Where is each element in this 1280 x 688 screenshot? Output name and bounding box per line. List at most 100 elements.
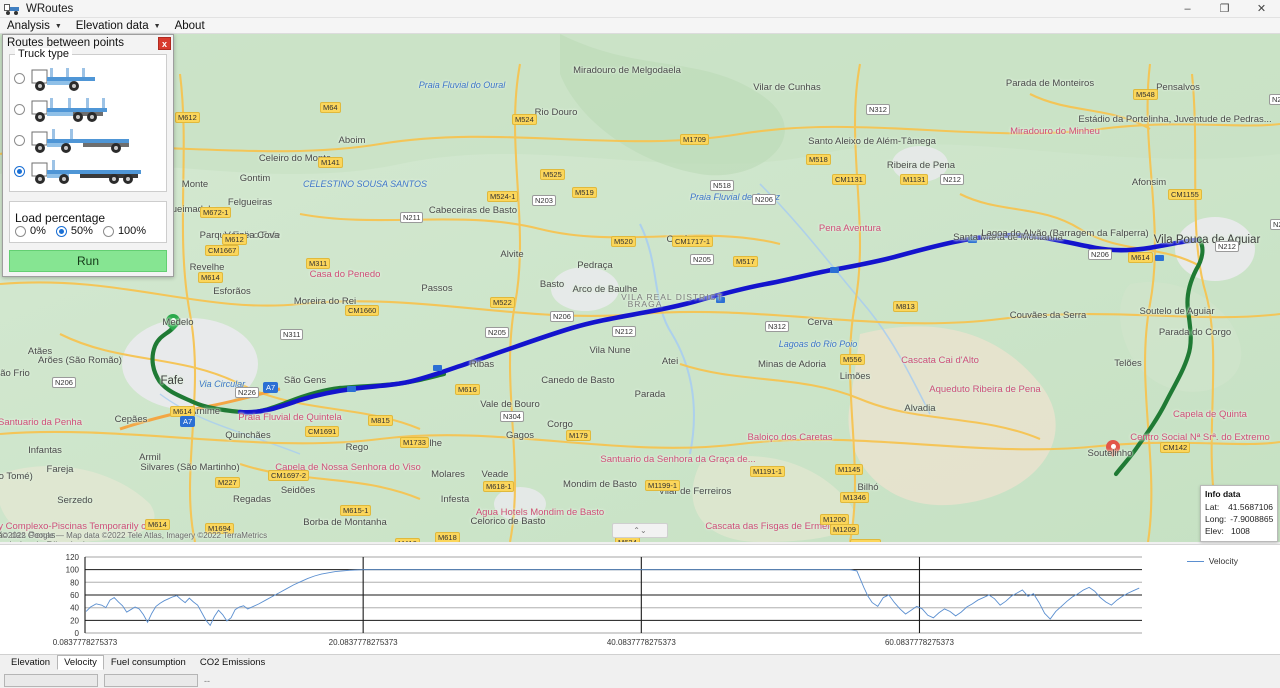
road-shield: M548 [1133, 89, 1158, 100]
map-label: Vilar de Cunhas [753, 82, 821, 93]
truck-option-truck-trailer[interactable] [14, 125, 162, 156]
map-label: Aqueduto Ribeira de Pena [929, 384, 1041, 395]
map-label: Medelo [162, 317, 194, 328]
status-field-1[interactable] [4, 674, 98, 687]
tab-velocity[interactable]: Velocity [57, 655, 104, 670]
map-label: Borba de Montanha [303, 517, 387, 528]
road-shield: M614 [1128, 252, 1153, 263]
panel-close-icon[interactable]: x [158, 37, 171, 50]
map-label: Felgueiras [227, 197, 273, 208]
road-shield: N2 [1269, 94, 1280, 105]
map-label: VILA REAL DISTRICT [621, 292, 723, 302]
map-expand-control[interactable]: ⌃⌄ [612, 523, 668, 538]
road-shield: N311 [280, 329, 304, 340]
info-value: 1008 [1231, 526, 1250, 536]
road-shield: M520 [611, 236, 636, 247]
map-label: Casa do Penedo [309, 269, 381, 280]
road-shield: N206 [1088, 249, 1112, 260]
map-label: Pensalvos [1156, 82, 1200, 93]
truck-option-rigid-3-axle[interactable] [14, 94, 162, 125]
truck-icon-rigid-3-axle [31, 97, 107, 122]
close-button[interactable]: ✕ [1243, 0, 1280, 18]
tab-elevation[interactable]: Elevation [4, 655, 57, 670]
map-label: Couvães da Serra [1009, 310, 1087, 321]
road-shield: M614 [198, 272, 223, 283]
road-shield: N203 [532, 195, 556, 206]
road-shield: N312 [765, 321, 789, 332]
road-shield: M517 [733, 256, 758, 267]
map-label: Parada do Corgo [1158, 327, 1232, 338]
map-label: Infesta [440, 494, 470, 505]
velocity-chart[interactable]: 0 20 40 60 80 100 120 0.0837778275373 20.0837778… [0, 544, 1280, 654]
road-shield: CM1155 [1168, 189, 1202, 200]
map-label: Canedo de Basto [541, 375, 615, 386]
chart-legend: Velocity [1186, 556, 1238, 566]
map-label: Centro Social Nª Srª. do Extremo [1130, 432, 1270, 443]
truck-option-rigid-2-axle[interactable] [14, 63, 162, 94]
bottom-tabs-bar: Elevation Velocity Fuel consumption CO2 … [0, 654, 1280, 688]
map-label: Vila Pouca de Aguiar [1153, 234, 1261, 246]
road-shield: M524 [512, 114, 537, 125]
run-button[interactable]: Run [9, 250, 167, 272]
truck-radio-2[interactable] [14, 104, 25, 115]
info-row-elev: Elev: 1008 [1205, 525, 1273, 537]
truck-radio-4[interactable] [14, 166, 25, 177]
road-shield: M1733 [400, 437, 429, 448]
road-shield: N206 [52, 377, 76, 388]
road-shield: M618-1 [483, 481, 515, 492]
road-shield: CM1660 [345, 305, 380, 316]
minimize-button[interactable]: – [1169, 0, 1206, 18]
map-label: Alvadia [904, 403, 936, 414]
window-title: WRoutes [26, 2, 74, 15]
road-shield: CM1717-1 [672, 236, 714, 247]
menu-label: Elevation data [75, 19, 149, 32]
road-shield: CM1131 [832, 174, 866, 185]
truck-radio-3[interactable] [14, 135, 25, 146]
truck-type-label: Truck type [15, 48, 72, 60]
map-label: Limões [839, 371, 871, 382]
map-label: Santo Aleixo de Além-Tâmega [808, 136, 936, 147]
tab-fuel-consumption[interactable]: Fuel consumption [104, 655, 193, 670]
map-label: Rio Douro [534, 107, 578, 118]
tab-co2-emissions[interactable]: CO2 Emissions [193, 655, 272, 670]
load-radio-0[interactable] [15, 225, 26, 237]
menu-item-about[interactable]: About [168, 18, 212, 34]
map-label: Corgo [547, 419, 573, 430]
road-shield: N304 [500, 411, 524, 422]
menu-item-analysis[interactable]: Analysis ▼ [0, 18, 69, 34]
map-label: Ribas [469, 359, 495, 370]
menu-item-elevation-data[interactable]: Elevation data ▼ [69, 18, 168, 34]
map-label: Regadas [232, 494, 272, 505]
map-label: Monte [181, 179, 209, 190]
load-radio-50[interactable] [55, 225, 67, 237]
map-label: Pena Aventura [818, 223, 882, 234]
chevron-down-icon: ▼ [54, 23, 62, 30]
truck-option-tractor-semitrailer[interactable] [14, 156, 162, 187]
road-shield: M672-1 [200, 207, 232, 218]
road-shield: M416 [395, 538, 420, 542]
road-shield: M815 [368, 415, 393, 426]
maximize-button[interactable]: ❐ [1206, 0, 1243, 18]
road-shield: N206 [752, 194, 776, 205]
map-label: Praia Fluvial do Oural [418, 80, 506, 90]
map-canvas[interactable]: Miradouro de Melgodaela Vilar de Cunhas Pa… [0, 34, 1280, 542]
status-field-2[interactable] [104, 674, 198, 687]
map-label: Cabeceiras de Basto [428, 205, 518, 216]
map-label: Lagoa do Alvão (Barragem da Falperra) [981, 228, 1149, 239]
menu-label: Analysis [7, 19, 50, 32]
map-label: São Gens [283, 375, 327, 386]
info-value: -7.9008865 [1230, 514, 1274, 524]
map-label: ação Tomé) [0, 471, 33, 482]
svg-text:20.0837778275373: 20.0837778275373 [329, 638, 399, 647]
road-shield: N206 [550, 311, 574, 322]
road-shield: N212 [940, 174, 964, 185]
menu-bar: Analysis ▼ Elevation data ▼ About [0, 18, 1280, 34]
svg-text:40.0837778275373: 40.0837778275373 [607, 638, 677, 647]
load-radio-100[interactable] [102, 225, 114, 237]
map-label: Alvite [500, 249, 524, 260]
truck-radio-1[interactable] [14, 73, 25, 84]
map-label: Aboim [338, 135, 366, 146]
info-row-long: Long: -7.9008865 [1205, 513, 1273, 525]
svg-text:100: 100 [66, 566, 80, 575]
map-label: Baloiço dos Caretas [747, 432, 833, 443]
